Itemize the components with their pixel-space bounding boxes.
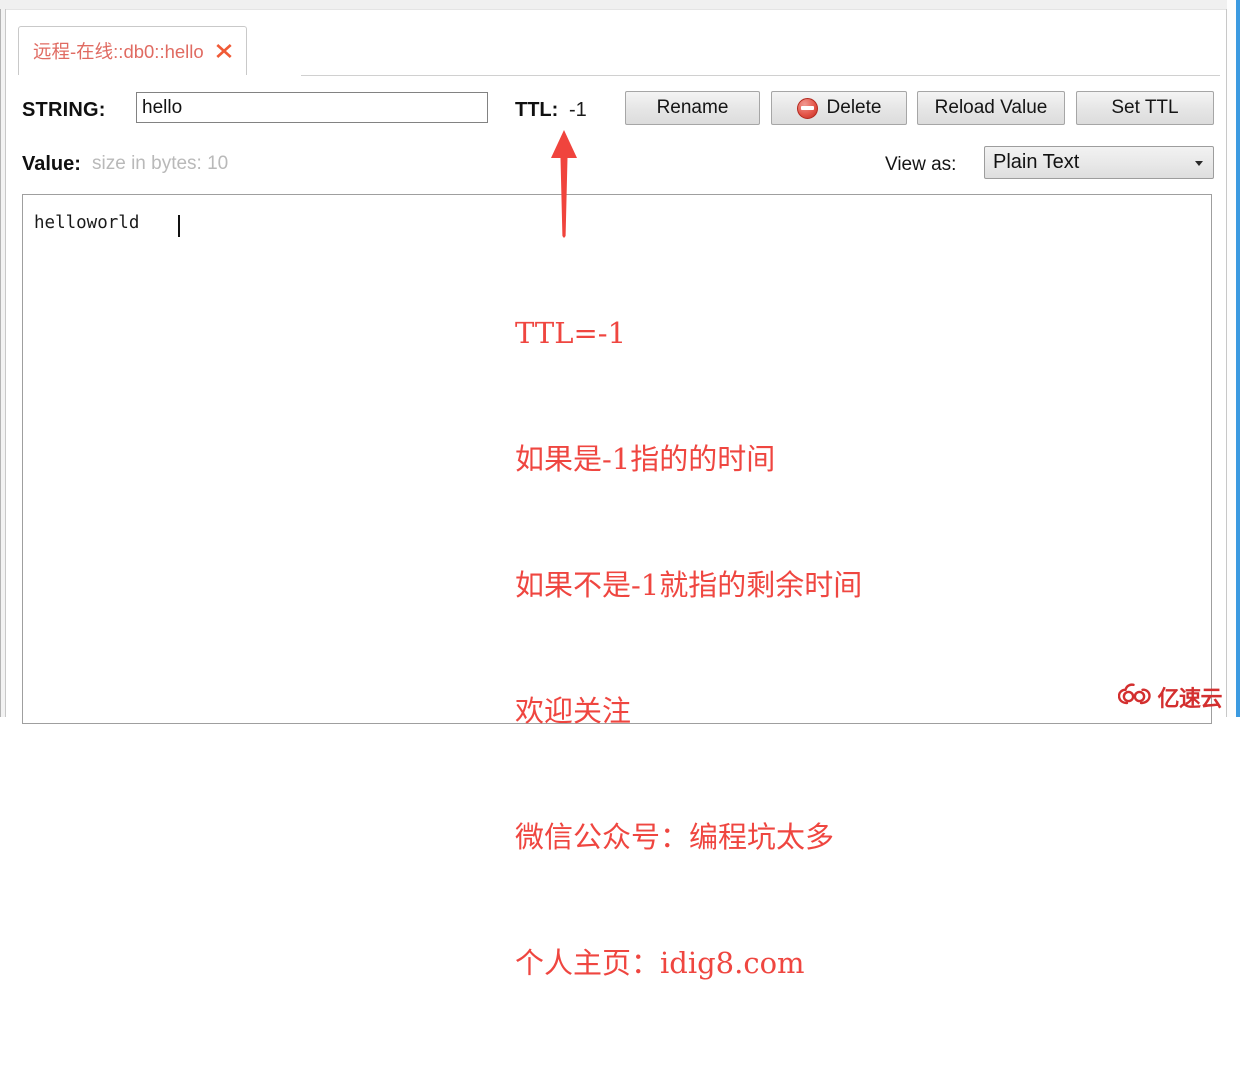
value-editor[interactable]: helloworld	[22, 194, 1212, 724]
window-focus-border	[1236, 0, 1240, 717]
close-x-icon[interactable]	[215, 42, 233, 60]
view-as-label: View as:	[885, 154, 957, 175]
value-size-text: size in bytes: 10	[92, 153, 229, 174]
value-label: Value:	[22, 153, 81, 175]
window-right-gap	[1227, 0, 1236, 717]
value-editor-text: helloworld	[34, 213, 150, 233]
reload-value-button-label: Reload Value	[934, 97, 1048, 118]
rename-button[interactable]: Rename	[625, 91, 760, 125]
delete-circle-icon	[796, 97, 818, 119]
tab-bar: 远程-在线::db0::hello	[12, 18, 1222, 76]
delete-button[interactable]: Delete	[771, 91, 907, 125]
watermark-text: 亿速云	[1157, 687, 1222, 712]
set-ttl-button-label: Set TTL	[1111, 97, 1179, 118]
window-top-strip	[0, 0, 1240, 10]
rename-button-label: Rename	[656, 97, 729, 118]
set-ttl-button[interactable]: Set TTL	[1076, 91, 1214, 125]
key-detail-pane: 远程-在线::db0::hello STRING: TTL: -1 Rename…	[6, 10, 1226, 724]
tab-remote-online-db0-hello[interactable]: 远程-在线::db0::hello	[18, 26, 247, 75]
ttl-value: -1	[569, 99, 587, 121]
view-as-selected-value: Plain Text	[993, 151, 1080, 173]
tab-bar-underline	[301, 75, 1220, 76]
ttl-label: TTL:	[515, 99, 559, 121]
cloud-logo-icon	[1118, 682, 1152, 712]
watermark: 亿速云	[1118, 681, 1222, 713]
view-as-dropdown[interactable]: Plain Text	[984, 146, 1214, 179]
delete-button-label: Delete	[826, 97, 882, 118]
annotation-line-5: 微信公众号：编程坑太多	[515, 820, 835, 854]
key-name-input[interactable]	[136, 92, 488, 123]
tab-label: 远程-在线::db0::hello	[33, 41, 204, 62]
reload-value-button[interactable]: Reload Value	[917, 91, 1065, 125]
text-caret	[178, 215, 180, 237]
chevron-down-icon	[1195, 161, 1203, 166]
key-header-row: STRING: TTL: -1 Rename Delete Reload Val…	[6, 88, 1226, 140]
key-type-label: STRING:	[22, 99, 106, 121]
annotation-line-6: 个人主页：idig8.com	[515, 946, 805, 980]
application-window: 远程-在线::db0::hello STRING: TTL: -1 Rename…	[0, 0, 1240, 980]
value-header-row: Value: size in bytes: 10 View as: Plain …	[6, 146, 1226, 190]
